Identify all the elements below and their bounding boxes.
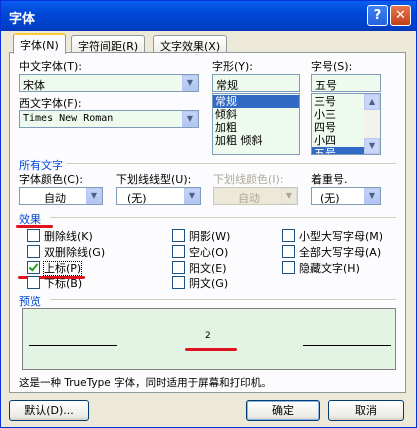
chevron-down-icon[interactable]: ▼ [364,188,380,204]
checkbox-label: 阴影(W) [189,230,231,243]
chinese-font-combo[interactable]: 宋体 ▼ [19,74,199,92]
chinese-font-label: 中文字体(T): [19,60,83,73]
underline-style-label: 下划线线型(U): [116,173,192,186]
underline-color-value: 自动 [238,192,260,205]
emboss-checkbox[interactable]: 阳文(E) [172,260,227,276]
chevron-down-icon: ▼ [281,188,297,204]
western-font-label: 西文字体(F): [19,97,82,110]
checkbox-label: 阳文(E) [189,262,227,275]
checkbox-box[interactable] [282,245,295,258]
section-divider [66,163,396,164]
checkbox-box[interactable] [172,261,185,274]
double-strikethrough-checkbox[interactable]: 双删除线(G) [27,244,105,260]
chevron-down-icon[interactable]: ▼ [86,188,102,204]
underline-style-value: (无) [127,192,147,205]
small-caps-checkbox[interactable]: 小型大写字母(M) [282,228,383,244]
checkbox-label: 隐藏文字(H) [299,262,360,275]
style-value: 常规 [216,79,238,92]
superscript-checkbox[interactable]: 上标(P) [27,260,83,276]
checkbox-label: 小型大写字母(M) [299,230,384,243]
checkbox-checked-icon[interactable] [27,261,40,274]
emphasis-value: (无) [320,192,340,205]
style-label: 字形(Y): [212,60,254,73]
chevron-down-icon[interactable]: ▼ [182,111,198,127]
underline-color-label: 下划线颜色(I): [213,173,284,186]
font-color-value: 自动 [44,192,66,205]
section-divider [50,217,396,218]
tab-font[interactable]: 字体(N) [13,33,66,54]
title-bar: 字体 ? ✕ [1,1,416,31]
style-input[interactable]: 常规 [212,74,300,92]
style-list[interactable]: 常规 倾斜 加粗 加粗 倾斜 [212,93,300,155]
preview-baseline-left [29,345,117,346]
size-input[interactable]: 五号 [311,74,381,92]
preview-sample: 2 [205,331,211,341]
checkbox-box[interactable] [172,229,185,242]
preview-section-label: 预览 [19,295,41,308]
checkbox-box[interactable] [27,245,40,258]
style-option[interactable]: 常规 [213,95,299,108]
emphasis-combo[interactable]: (无) ▼ [311,187,381,205]
font-color-combo[interactable]: 自动 ▼ [19,187,103,205]
chinese-font-value: 宋体 [23,79,45,92]
checkbox-label: 下标(B) [44,277,83,290]
red-underline-annotation [185,348,237,351]
checkbox-box[interactable] [282,261,295,274]
style-option[interactable]: 倾斜 [213,108,299,121]
checkbox-label: 空心(O) [189,246,229,259]
scroll-down-icon[interactable]: ▼ [364,138,380,154]
size-label: 字号(S): [311,60,353,73]
preview-note: 这是一种 TrueType 字体，同时适用于屏幕和打印机。 [19,377,272,389]
checkbox-box[interactable] [172,276,185,289]
style-option[interactable]: 加粗 [213,121,299,134]
shadow-checkbox[interactable]: 阴影(W) [172,228,230,244]
size-value: 五号 [315,79,337,92]
preview-box: 2 [22,308,396,370]
style-option[interactable]: 加粗 倾斜 [213,134,299,147]
chevron-down-icon[interactable]: ▼ [182,75,198,91]
size-list[interactable]: 三号 小三 四号 小四 五号 ▲ ▼ [311,93,381,155]
section-divider [50,299,396,300]
scroll-up-icon[interactable]: ▲ [364,94,380,110]
checkbox-label: 删除线(K) [44,230,93,243]
preview-baseline-right [303,345,391,346]
checkbox-box[interactable] [172,245,185,258]
help-button[interactable]: ? [367,5,388,26]
outline-checkbox[interactable]: 空心(O) [172,244,228,260]
checkbox-label: 全部大写字母(A) [299,246,382,259]
checkbox-label: 阴文(G) [189,277,229,290]
hidden-text-checkbox[interactable]: 隐藏文字(H) [282,260,360,276]
checkbox-box[interactable] [27,276,40,289]
subscript-checkbox[interactable]: 下标(B) [27,275,82,291]
all-caps-checkbox[interactable]: 全部大写字母(A) [282,244,381,260]
cancel-button[interactable]: 取消 [328,400,404,421]
checkbox-label: 双删除线(G) [44,246,106,259]
font-color-label: 字体颜色(C): [19,173,83,186]
emphasis-label: 着重号. [311,173,348,186]
size-scrollbar[interactable]: ▲ ▼ [364,94,380,154]
default-button[interactable]: 默认(D)... [9,400,89,421]
ok-button[interactable]: 确定 [246,400,320,421]
underline-style-combo[interactable]: (无) ▼ [116,187,201,205]
western-font-value: Times New Roman [23,113,114,124]
strikethrough-checkbox[interactable]: 删除线(K) [27,228,93,244]
close-button[interactable]: ✕ [390,5,411,26]
checkbox-box[interactable] [282,229,295,242]
chevron-down-icon[interactable]: ▼ [184,188,200,204]
underline-color-combo: 自动 ▼ [213,187,298,205]
dialog-title: 字体 [9,12,36,27]
checkbox-label: 上标(P) [42,261,83,276]
checkbox-box[interactable] [27,229,40,242]
western-font-combo[interactable]: Times New Roman ▼ [19,110,199,128]
engrave-checkbox[interactable]: 阴文(G) [172,275,228,291]
